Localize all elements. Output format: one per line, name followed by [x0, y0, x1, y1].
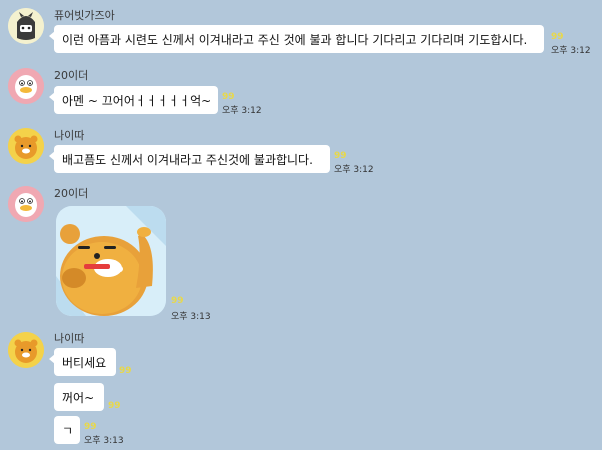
duck-character-icon	[8, 186, 44, 222]
unread-count: 99	[222, 92, 235, 102]
unread-count: 99	[119, 366, 132, 376]
avatar-pureubit[interactable]	[8, 8, 44, 44]
unread-count: 99	[334, 151, 347, 161]
duck-character-icon	[8, 68, 44, 104]
sender-name: 나이따	[54, 332, 85, 345]
message-bubble[interactable]: 버티세요	[49, 348, 116, 376]
sender-name: 20이더	[54, 187, 89, 200]
avatar-20ether[interactable]	[8, 68, 44, 104]
dark-character-icon	[8, 8, 44, 44]
ryan-character-icon	[8, 128, 44, 164]
message-time: 오후 3:12	[551, 46, 591, 56]
avatar-naitta[interactable]	[8, 332, 44, 368]
avatar-naitta[interactable]	[8, 128, 44, 164]
message-time: 오후 3:12	[334, 165, 374, 175]
ryan-character-icon	[8, 332, 44, 368]
message-time: 오후 3:13	[84, 436, 124, 446]
avatar-20ether[interactable]	[8, 186, 44, 222]
ryan-brushing-teeth-sticker	[56, 206, 166, 316]
message-bubble[interactable]: 꺼어~	[54, 383, 104, 411]
unread-count: 99	[551, 32, 564, 42]
unread-count: 99	[108, 401, 121, 411]
sender-name: 나이따	[54, 129, 85, 142]
sender-name: 20이더	[54, 69, 89, 82]
message-bubble[interactable]: 아멘 ~ 끄어어ㅓㅓㅓㅓㅓ억~	[49, 86, 218, 114]
message-bubble[interactable]: 이런 아픔과 시련도 신께서 이겨내라고 주신 것에 불과 합니다 기다리고 기…	[49, 25, 544, 53]
ryan-sticker[interactable]	[56, 206, 166, 316]
message-bubble[interactable]: 배고픔도 신께서 이겨내라고 주신것에 불과합니다.	[49, 145, 330, 173]
unread-count: 99	[171, 296, 184, 306]
message-time: 오후 3:12	[222, 106, 262, 116]
unread-count: 99	[84, 422, 97, 432]
message-bubble[interactable]: ㄱ	[54, 416, 80, 444]
sender-name: 퓨어빗가즈아	[54, 9, 115, 22]
message-time: 오후 3:13	[171, 312, 211, 322]
